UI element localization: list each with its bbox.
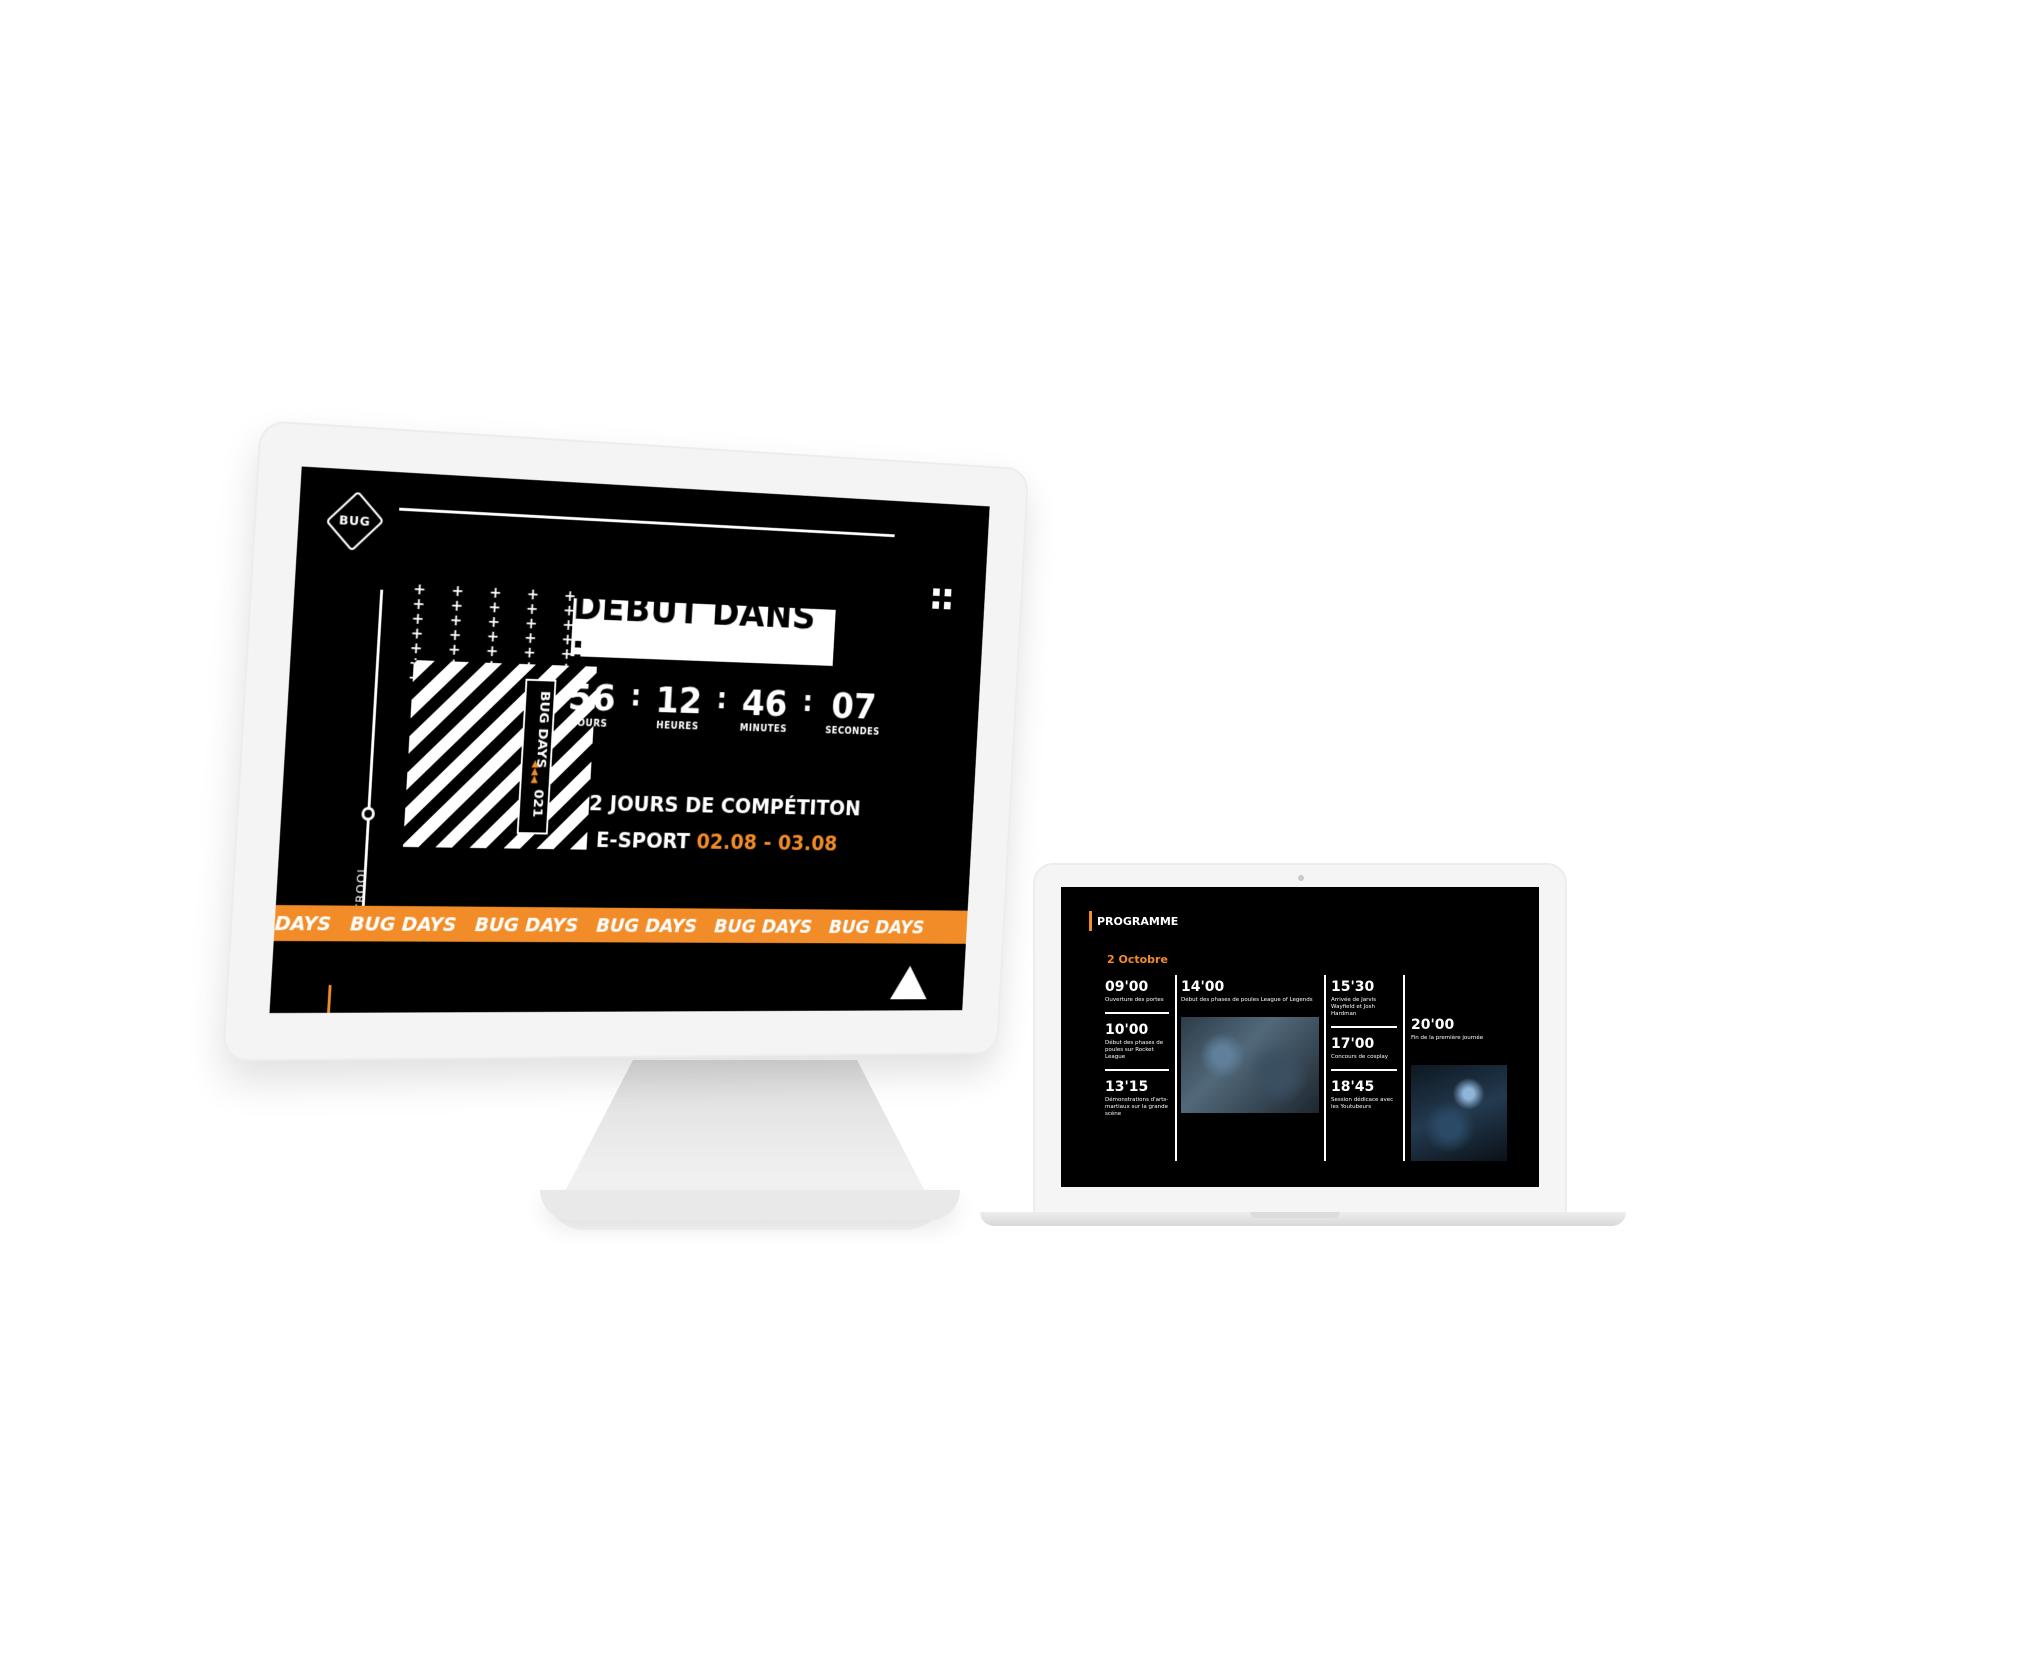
slot-description: Concours de cosplay [1331,1054,1388,1060]
marquee-item: BUG DAYS [828,915,925,939]
slot-description: Démonstrations d'arts-martiaux sur la gr… [1105,1097,1169,1117]
bug-days-logo[interactable]: BUG [325,490,385,552]
slot-description: Ouverture des portes [1105,997,1164,1003]
slot-divider [1105,1012,1169,1014]
column-divider [1324,975,1326,1161]
column-divider [1175,975,1177,1161]
slot-time: 18'45 [1331,1079,1375,1095]
desktop-screen: BUG SCROOL + + + + + + + + + + + + + + +… [269,466,990,1014]
slot-description: Début des phases de poules sur Rocket Le… [1105,1040,1164,1060]
competition-subtitle: E-SPORT 02.08 - 03.08 [595,829,838,857]
competition-type: E-SPORT [595,828,691,855]
schedule-column-3: 15'30 Arrivée de Jarvis Wayfield et Josh… [1331,979,1397,1111]
laptop-notch [1250,1212,1340,1218]
marquee-item: DAYS [274,911,332,936]
competition-dates: 02.08 - 03.08 [695,830,838,857]
countdown-separator: : [715,682,728,717]
slot-time: 15'30 [1331,979,1375,995]
header-divider [399,507,895,538]
countdown-seconds: 07 SECONDES [825,685,882,738]
programme-title: PROGRAMME [1097,915,1179,928]
countdown-separator: : [629,679,643,714]
programme-date[interactable]: 2 Octobre [1107,953,1168,966]
bug-days-marquee: DAYS BUG DAYS BUG DAYS BUG DAYS BUG DAYS… [273,905,986,944]
scroll-indicator[interactable] [361,806,376,821]
competition-title: 2 JOURS DE COMPÉTITON [588,791,862,822]
slot-description: Fin de la première journée [1411,1035,1484,1041]
slot-divider [1331,1069,1397,1071]
countdown-separator: : [801,685,814,719]
schedule-column-1: 09'00 Ouverture des portes 10'00 Début d… [1105,979,1169,1118]
slot-description: Début des phases de poules League of Leg… [1181,997,1313,1003]
schedule-slot: 15'30 Arrivée de Jarvis Wayfield et Josh… [1331,979,1397,1018]
column-divider [1403,975,1405,1161]
marquee-item: BUG DAYS [474,912,580,937]
hours-value: 12 [654,678,704,722]
slot-time: 09'00 [1105,979,1149,995]
countdown-timer: 56 JOURS : 12 HEURES : 46 MINUTES : 07 S… [565,675,882,760]
menu-grid-icon[interactable] [932,588,952,610]
seconds-label: SECONDES [824,725,880,738]
box-year: 021 [529,788,546,818]
marquee-item: BUG DAYS [349,911,458,936]
slot-time: 13'15 [1105,1079,1149,1095]
camera-icon [1298,875,1304,881]
schedule-column-2: 14'00 Début des phases de poules League … [1181,979,1319,1004]
schedule-slot: 18'45 Session dédicace avec les Youtubeu… [1331,1079,1397,1111]
slot-time: 10'00 [1105,1022,1149,1038]
schedule-slot: 09'00 Ouverture des portes [1105,979,1169,1004]
schedule-slot: 17'00 Concours de cosplay [1331,1036,1397,1061]
slot-description: Session dédicace avec les Youtubeurs [1331,1097,1394,1110]
countdown-minutes: 46 MINUTES [739,681,790,735]
countdown-days: 56 JOURS [566,675,617,730]
monitor-stand-base [540,1190,960,1220]
slot-time: 14'00 [1181,979,1225,995]
laptop-screen: PROGRAMME 2 Octobre 09'00 Ouverture des … [1061,887,1539,1187]
slot-time: 17'00 [1331,1036,1375,1052]
marquee-item: BUG DAYS [595,913,698,937]
minutes-value: 46 [740,681,789,725]
slot-divider [1331,1026,1397,1028]
days-value: 56 [566,675,617,720]
laptop: PROGRAMME 2 Octobre 09'00 Ouverture des … [1035,865,1565,1215]
triangle-decoration [890,965,929,1000]
slot-divider [1105,1069,1169,1071]
marquee-item: BUG DAYS [713,914,813,938]
headline: DÉBUT DANS : [569,584,817,671]
days-label: JOURS [573,718,608,730]
logo-text: BUG [338,512,372,530]
bottom-accent-mark [326,984,332,1014]
headline-banner: DÉBUT DANS : [570,585,836,670]
gaming-room-photo [1181,1017,1319,1113]
section-accent-bar [1089,911,1092,931]
minutes-label: MINUTES [739,723,788,735]
schedule-slot: 10'00 Début des phases de poules sur Roc… [1105,1022,1169,1061]
seconds-value: 07 [830,684,878,728]
desktop-monitor: BUG SCROOL + + + + + + + + + + + + + + +… [221,420,1030,1062]
gamer-photo [1411,1065,1507,1161]
hours-label: HEURES [655,720,699,733]
slot-description: Arrivée de Jarvis Wayfield et Josh Hardm… [1331,997,1377,1017]
schedule-column-4: 20'00 Fin de la première journée [1411,1017,1511,1042]
schedule-slot: 13'15 Démonstrations d'arts-martiaux sur… [1105,1079,1169,1118]
countdown-hours: 12 HEURES [654,678,703,732]
arrows-icon: ▲ ▲ ▲ [530,758,539,785]
slot-time: 20'00 [1411,1017,1455,1033]
